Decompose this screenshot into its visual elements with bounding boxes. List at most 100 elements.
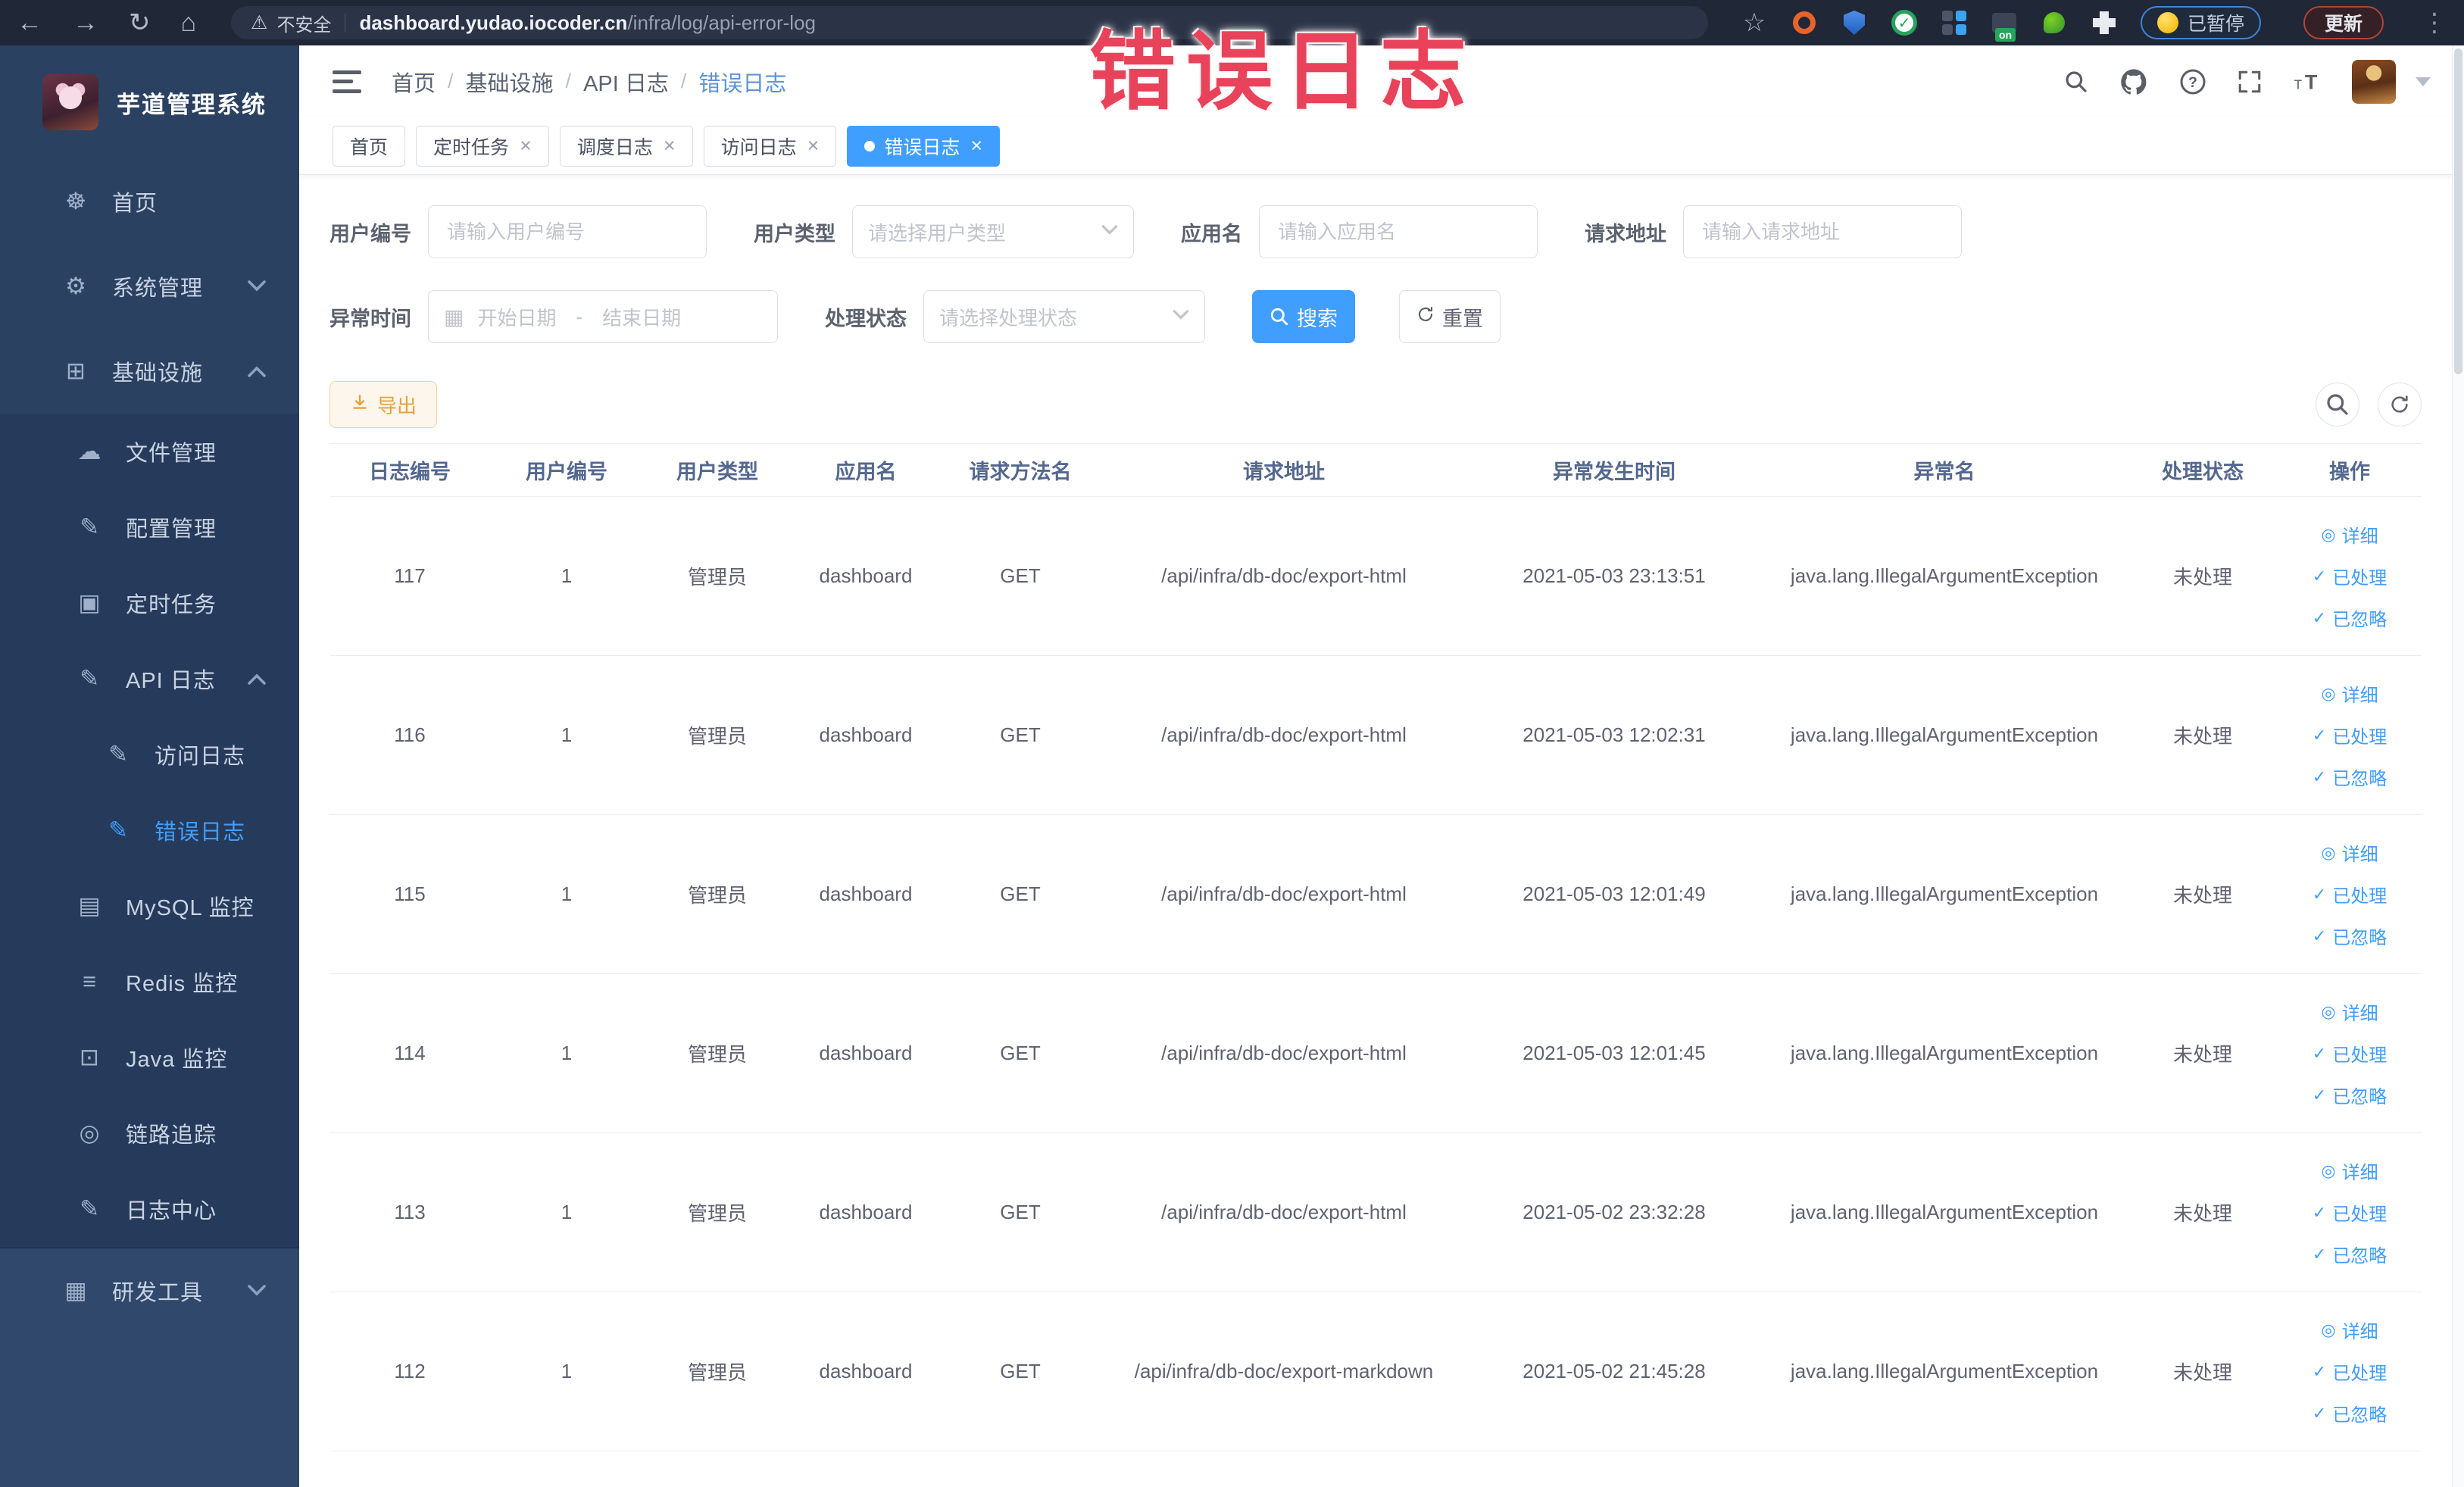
sidebar-item-定时任务[interactable]: ▣ 定时任务 (0, 565, 299, 641)
action-label: 已忽略 (2332, 769, 2387, 789)
action-已忽略[interactable]: ✓ 已忽略 (2313, 1241, 2387, 1267)
close-icon[interactable]: × (970, 136, 982, 156)
filter-group-请求地址: 请求地址 (1585, 205, 1962, 258)
sidebar-item-API 日志[interactable]: ✎ API 日志 (0, 641, 299, 717)
bookmark-star-icon[interactable]: ☆ (1741, 8, 1768, 37)
extensions-puzzle-icon[interactable] (2091, 9, 2118, 36)
breadcrumb-item[interactable]: 基础设施 (466, 66, 554, 98)
action-详细[interactable]: ◎ 详细 (2321, 1157, 2378, 1184)
monitor-icon: ⊞ (66, 358, 86, 384)
cell-user_id: 1 (490, 1292, 643, 1451)
tab-访问日志[interactable]: 访问日志 × (703, 125, 837, 167)
breadcrumb-item[interactable]: API 日志 (583, 66, 669, 98)
update-button[interactable]: 更新 (2303, 6, 2384, 39)
github-icon[interactable] (2119, 67, 2149, 97)
sidebar-item-基础设施[interactable]: ⊞ 基础设施 (0, 329, 299, 414)
forward-icon[interactable]: → (73, 10, 98, 36)
app-logo-row[interactable]: 芋道管理系统 (0, 45, 299, 159)
breadcrumb-item[interactable]: 首页 (392, 66, 436, 98)
help-icon[interactable]: ? (2179, 68, 2206, 95)
sidebar-item-链路追踪[interactable]: ◎ 链路追踪 (0, 1095, 299, 1171)
scrollbar-thumb[interactable] (2454, 48, 2462, 374)
action-详细[interactable]: ◎ 详细 (2321, 680, 2378, 707)
breadcrumb-item: 错误日志 (698, 71, 787, 96)
tab-首页[interactable]: 首页 (333, 125, 406, 167)
url-path: /infra/log/api-error-log (627, 11, 816, 34)
refresh-button[interactable] (2378, 383, 2422, 426)
extension-shield-icon[interactable] (1841, 9, 1868, 36)
reload-icon[interactable]: ↻ (129, 10, 151, 36)
update-label: 更新 (2324, 14, 2363, 35)
sidebar-item-日志中心[interactable]: ✎ 日志中心 (0, 1171, 299, 1247)
paused-badge[interactable]: 已暂停 (2140, 6, 2261, 39)
sidebar-item-Redis 监控[interactable]: ≡ Redis 监控 (0, 944, 299, 1020)
sidebar-item-MySQL 监控[interactable]: ▤ MySQL 监控 (0, 868, 299, 944)
action-已忽略[interactable]: ✓ 已忽略 (2313, 1082, 2387, 1108)
browser-menu-icon[interactable]: ⋮ (2422, 8, 2447, 38)
action-已处理[interactable]: ✓ 已处理 (2313, 722, 2387, 748)
extension-check-icon[interactable]: ✓ (1891, 9, 1918, 36)
window-scrollbar[interactable] (2452, 45, 2464, 1487)
action-已处理[interactable]: ✓ 已处理 (2313, 1040, 2387, 1067)
filter-input-请求地址[interactable] (1683, 205, 1962, 258)
close-icon[interactable]: × (807, 136, 820, 156)
sidebar-item-首页[interactable]: ☸ 首页 (0, 159, 299, 244)
action-已忽略[interactable]: ✓ 已忽略 (2313, 604, 2387, 631)
export-button[interactable]: 导出 (329, 381, 438, 428)
search-toggle-button[interactable] (2316, 383, 2359, 426)
sidebar-item-系统管理[interactable]: ⚙ 系统管理 (0, 244, 299, 329)
tab-错误日志[interactable]: 错误日志 × (847, 125, 1001, 167)
tab-定时任务[interactable]: 定时任务 × (416, 125, 549, 167)
avatar[interactable] (2352, 59, 2396, 104)
home-icon[interactable]: ⌂ (181, 10, 197, 36)
sidebar-item-研发工具[interactable]: ▦ 研发工具 (0, 1248, 299, 1333)
screen: ← → ↻ ⌂ ⚠ 不安全 dashboard.yudao.iocoder.cn… (0, 0, 2464, 1487)
reset-button[interactable]: 重置 (1399, 290, 1501, 343)
cell-id: 113 (329, 1132, 490, 1292)
action-已忽略[interactable]: ✓ 已忽略 (2313, 1400, 2387, 1426)
search-icon[interactable] (2064, 70, 2088, 94)
cell-status: 未处理 (2128, 814, 2278, 974)
action-已处理[interactable]: ✓ 已处理 (2313, 881, 2387, 908)
filter-input-用户编号[interactable] (428, 205, 707, 258)
filter-select-处理状态[interactable]: 请选择处理状态 (923, 290, 1205, 343)
tab-调度日志[interactable]: 调度日志 × (559, 125, 693, 167)
filter-row-2: 异常时间 ▦ 开始日期 - 结束日期 处理状态 请选择处理状态 搜索 重置 (329, 290, 2422, 343)
fullscreen-icon[interactable] (2237, 69, 2263, 95)
close-icon[interactable]: × (664, 136, 676, 156)
sidebar-item-配置管理[interactable]: ✎ 配置管理 (0, 489, 299, 565)
sidebar-item-访问日志[interactable]: ✎ 访问日志 (0, 717, 299, 792)
back-icon[interactable]: ← (17, 10, 42, 36)
action-详细[interactable]: ◎ 详细 (2321, 1317, 2378, 1343)
action-stack: ◎ 详细 ✓ 已处理 ✓ 已忽略 (2282, 1317, 2417, 1426)
cell-status: 未处理 (2128, 1132, 2278, 1292)
close-icon[interactable]: × (520, 136, 532, 156)
extension-sprout-icon[interactable] (2041, 9, 2068, 36)
extension-grid-icon[interactable] (1941, 9, 1968, 36)
filter-select-用户类型[interactable]: 请选择用户类型 (852, 205, 1134, 258)
action-详细[interactable]: ◎ 详细 (2321, 839, 2378, 866)
search-button[interactable]: 搜索 (1252, 290, 1355, 343)
sidebar-item-label: 研发工具 (112, 1281, 204, 1305)
action-详细[interactable]: ◎ 详细 (2321, 521, 2378, 548)
cell-url: /api/infra/db-doc/export-html (1101, 814, 1467, 974)
extension-orange-icon[interactable] (1791, 9, 1818, 36)
extension-on-badge-icon[interactable]: on (1991, 9, 2018, 42)
address-bar[interactable]: ⚠ 不安全 dashboard.yudao.iocoder.cn /infra/… (231, 6, 1709, 39)
cell-method: GET (940, 655, 1101, 815)
sidebar-item-文件管理[interactable]: ☁ 文件管理 (0, 414, 299, 489)
chevron-down-icon[interactable] (2416, 77, 2431, 86)
action-已处理[interactable]: ✓ 已处理 (2313, 1358, 2387, 1385)
hamburger-icon[interactable] (333, 70, 361, 93)
sidebar-item-错误日志[interactable]: ✎ 错误日志 (0, 792, 299, 868)
action-已处理[interactable]: ✓ 已处理 (2313, 1199, 2387, 1226)
action-已处理[interactable]: ✓ 已处理 (2313, 563, 2387, 589)
action-已忽略[interactable]: ✓ 已忽略 (2313, 923, 2387, 949)
action-详细[interactable]: ◎ 详细 (2321, 998, 2378, 1025)
cell-user_id: 1 (490, 973, 643, 1133)
filter-input-应用名[interactable] (1259, 205, 1538, 258)
action-已忽略[interactable]: ✓ 已忽略 (2313, 764, 2387, 790)
font-size-icon[interactable]: TT (2293, 67, 2322, 96)
filter-daterange[interactable]: ▦ 开始日期 - 结束日期 (428, 290, 778, 343)
sidebar-item-Java 监控[interactable]: ⊡ Java 监控 (0, 1020, 299, 1095)
